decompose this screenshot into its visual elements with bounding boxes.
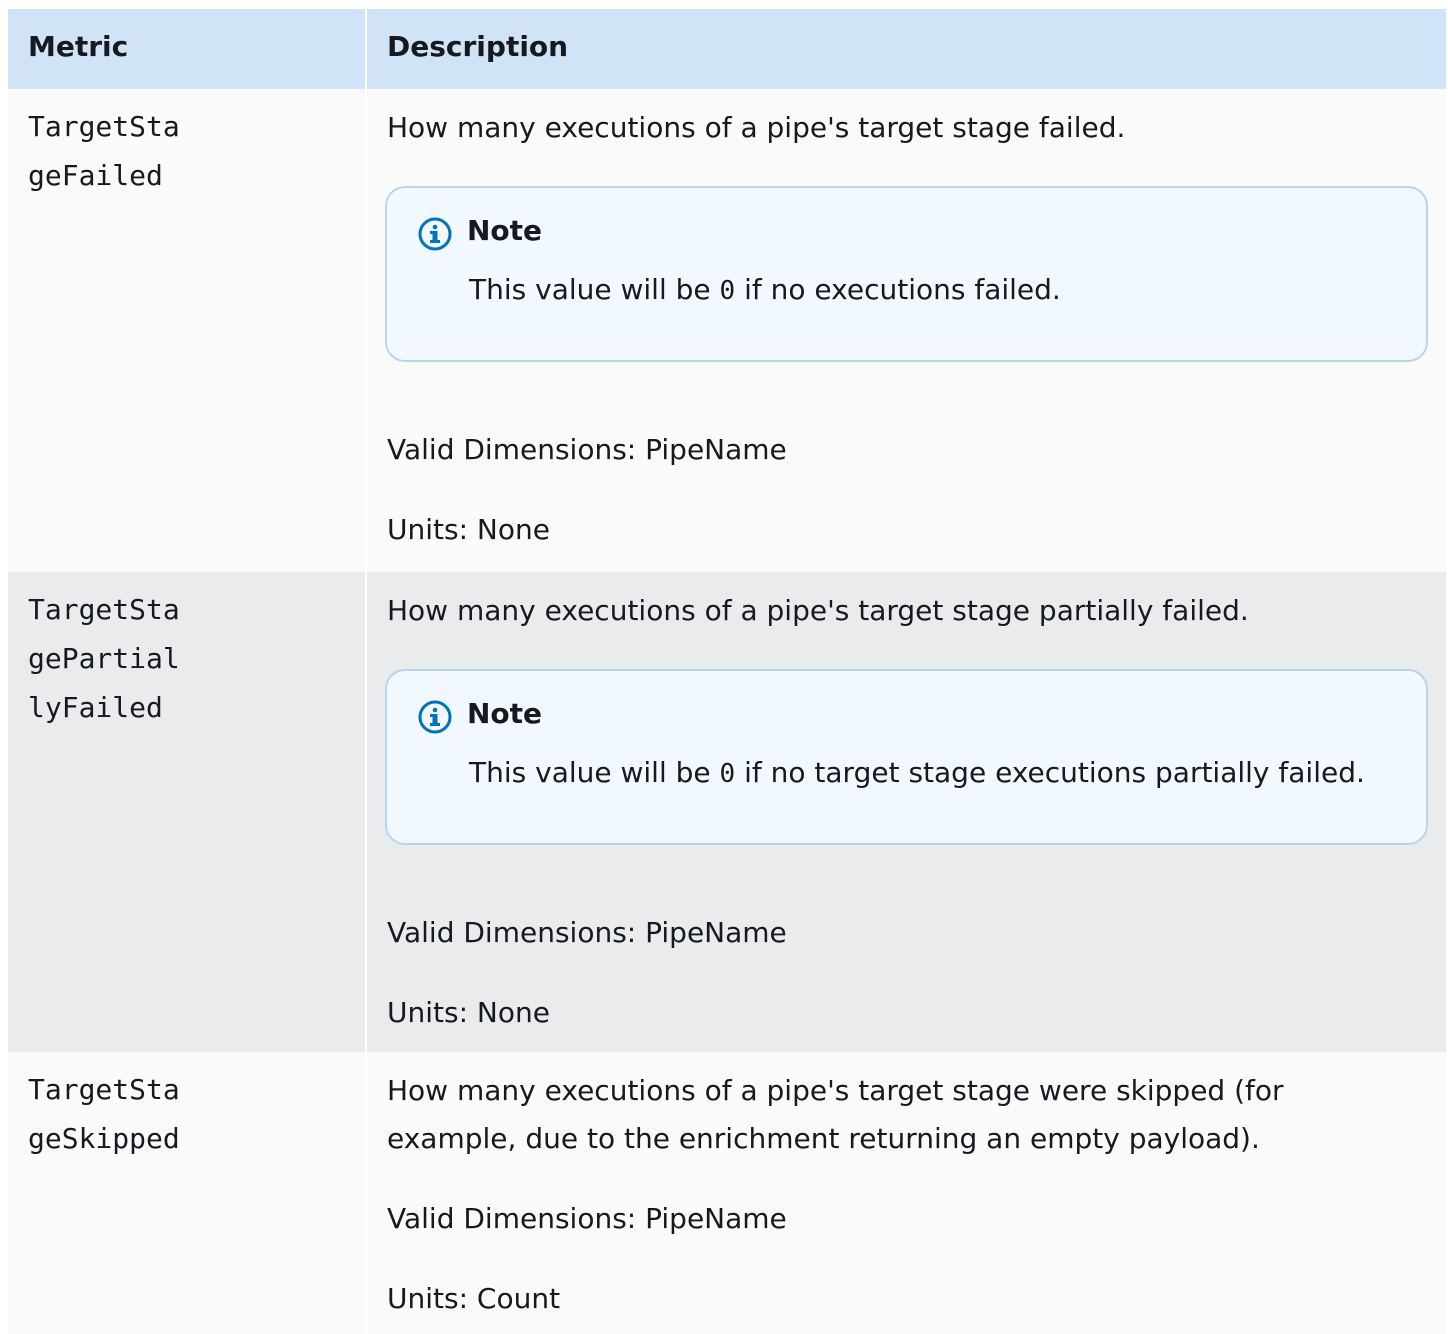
description-cell: How many executions of a pipe's target s… bbox=[367, 1052, 1446, 1334]
note-body: This value will be 0 if no target stage … bbox=[417, 753, 1396, 794]
note-code: 0 bbox=[719, 759, 736, 789]
table-row: TargetSta geFailed How many executions of… bbox=[8, 89, 1446, 572]
note-text: This value will be bbox=[469, 756, 720, 789]
note-body: This value will be 0 if no executions fa… bbox=[417, 270, 1396, 311]
note-title-text: Note bbox=[467, 697, 543, 730]
metric-name: TargetSta geFailed bbox=[28, 102, 365, 200]
valid-dimensions: Valid Dimensions: PipeName bbox=[387, 916, 787, 949]
note-code: 0 bbox=[719, 276, 736, 306]
metric-name-line: gePartial bbox=[28, 642, 180, 675]
description-text: How many executions of a pipe's target s… bbox=[387, 111, 1126, 144]
description-text: How many executions of a pipe's target s… bbox=[387, 594, 1249, 627]
note-text: if no executions failed. bbox=[735, 273, 1061, 306]
note-title-text: Note bbox=[467, 214, 543, 247]
metric-cell: TargetSta geFailed bbox=[8, 89, 367, 572]
metrics-table: Metric Description TargetSta geFailed How… bbox=[8, 9, 1446, 1334]
units: Units: Count bbox=[387, 1282, 561, 1315]
description-text: How many executions of a pipe's target s… bbox=[387, 1067, 1428, 1163]
metric-name: TargetSta gePartial lyFailed bbox=[28, 585, 365, 732]
info-circle-icon bbox=[417, 216, 453, 252]
table-row: TargetSta geSkipped How many executions o… bbox=[8, 1052, 1446, 1334]
metric-name-line: TargetSta bbox=[28, 1073, 180, 1106]
table-row: TargetSta gePartial lyFailed How many exec… bbox=[8, 572, 1446, 1052]
note-text: This value will be bbox=[469, 273, 720, 306]
note-box: Note This value will be 0 if no target s… bbox=[385, 669, 1428, 845]
info-circle-icon bbox=[417, 699, 453, 735]
note-title: Note bbox=[417, 210, 1396, 252]
valid-dimensions: Valid Dimensions: PipeName bbox=[387, 1202, 787, 1235]
note-text: if no target stage executions partially … bbox=[735, 756, 1365, 789]
metric-name: TargetSta geSkipped bbox=[28, 1065, 365, 1163]
units: Units: None bbox=[387, 513, 550, 546]
metric-name-line: geSkipped bbox=[28, 1122, 180, 1155]
metric-cell: TargetSta geSkipped bbox=[8, 1052, 367, 1334]
metric-name-line: TargetSta bbox=[28, 110, 180, 143]
description-line: example, due to the enrichment returning… bbox=[387, 1122, 1260, 1155]
metric-name-line: TargetSta bbox=[28, 593, 180, 626]
description-cell: How many executions of a pipe's target s… bbox=[367, 572, 1446, 1052]
note-title: Note bbox=[417, 693, 1396, 735]
note-box: Note This value will be 0 if no executio… bbox=[385, 186, 1428, 362]
metric-name-line: lyFailed bbox=[28, 691, 163, 724]
table-header-row: Metric Description bbox=[8, 9, 1446, 89]
units: Units: None bbox=[387, 996, 550, 1029]
metric-name-line: geFailed bbox=[28, 159, 163, 192]
metric-cell: TargetSta gePartial lyFailed bbox=[8, 572, 367, 1052]
description-cell: How many executions of a pipe's target s… bbox=[367, 89, 1446, 572]
column-header-metric: Metric bbox=[8, 9, 367, 89]
valid-dimensions: Valid Dimensions: PipeName bbox=[387, 433, 787, 466]
description-line: How many executions of a pipe's target s… bbox=[387, 1074, 1284, 1107]
column-header-description: Description bbox=[387, 30, 569, 63]
